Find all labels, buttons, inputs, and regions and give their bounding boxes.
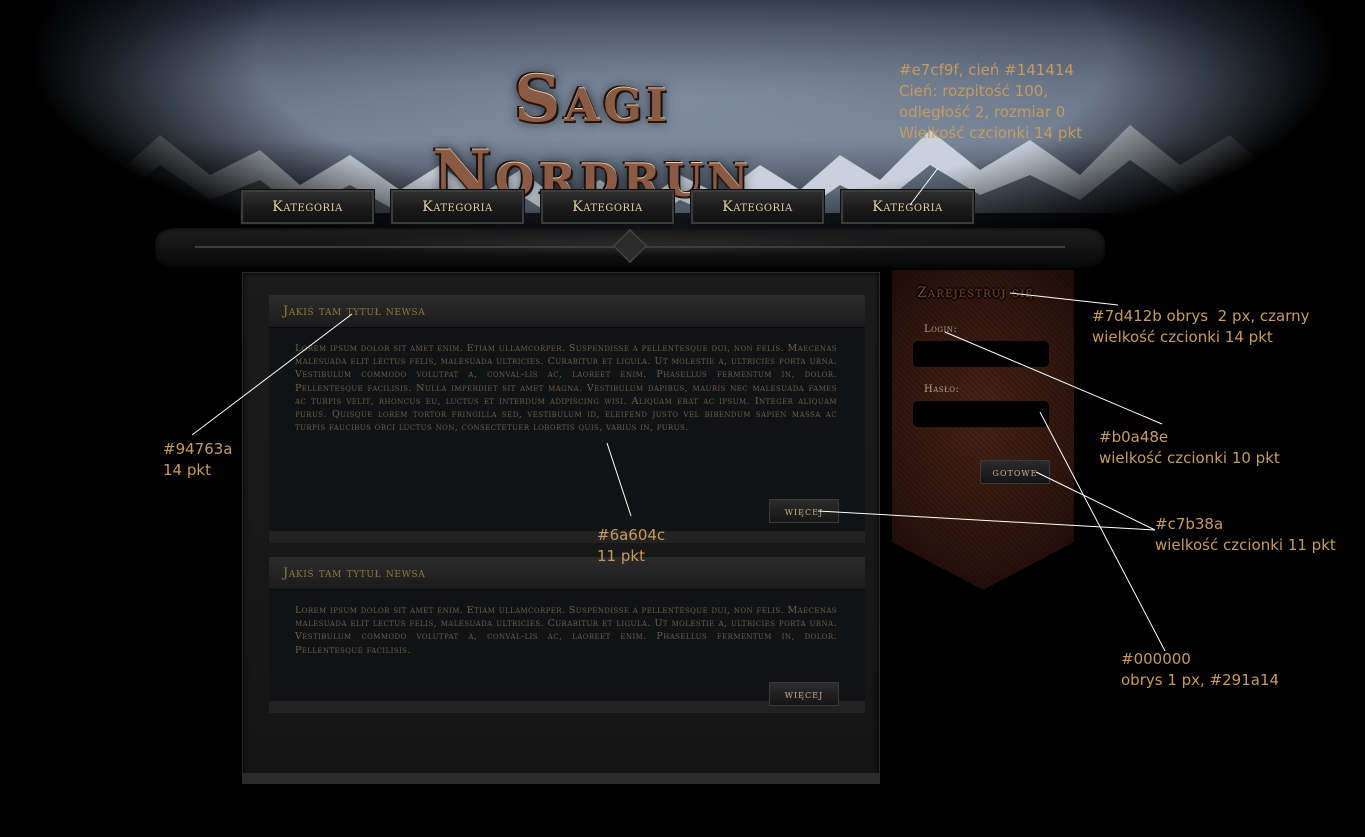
annotation-register: #7d412b obrys 2 px, czarny wielkość czci… — [1092, 307, 1310, 346]
annotation-buttons: #c7b38a wielkość czcionki 11 pkt — [1155, 515, 1336, 554]
news-header: Jakiś tam tytuł newsa — [269, 557, 865, 590]
password-label: Hasło: — [924, 384, 960, 395]
news-title[interactable]: Jakiś tam tytuł newsa — [283, 304, 425, 319]
register-title: Zarejestruj się — [917, 285, 1034, 301]
login-label: Login: — [924, 324, 958, 335]
annotation-news-title: #94763a 14 pkt — [163, 440, 233, 479]
password-input[interactable] — [912, 400, 1050, 428]
register-banner — [892, 270, 1074, 590]
news-body: Lorem ipsum dolor sit amet enim. Etiam u… — [295, 343, 837, 434]
nav-ornament-bar — [155, 228, 1105, 268]
ornament-gem-icon — [613, 229, 647, 263]
news-body: Lorem ipsum dolor sit amet enim. Etiam u… — [295, 605, 837, 656]
more-button[interactable]: więcej — [769, 682, 839, 706]
news-panel: Jakiś tam tytuł newsa Lorem ipsum dolor … — [242, 272, 880, 784]
nav-item-2[interactable]: Kategoria — [390, 189, 525, 225]
news-title[interactable]: Jakiś tam tytuł newsa — [283, 566, 425, 581]
news-item: Jakiś tam tytuł newsa Lorem ipsum dolor … — [269, 295, 865, 543]
annotation-nav: #e7cf9f, cień #141414 Cień: rozpitość 10… — [899, 61, 1083, 142]
nav-item-1[interactable]: Kategoria — [240, 189, 375, 225]
annotation-news-body: #6a604c 11 pkt — [597, 526, 666, 565]
nav-item-4[interactable]: Kategoria — [690, 189, 825, 225]
more-button[interactable]: więcej — [769, 499, 839, 523]
nav-item-5[interactable]: Kategoria — [840, 189, 975, 225]
nav-item-3[interactable]: Kategoria — [540, 189, 675, 225]
annotation-fields: #000000 obrys 1 px, #291a14 — [1121, 650, 1280, 689]
submit-button[interactable]: gotowe — [980, 460, 1050, 484]
annotation-labels: #b0a48e wielkość czcionki 10 pkt — [1099, 428, 1280, 467]
panel-footer-bar — [243, 773, 879, 783]
news-item: Jakiś tam tytuł newsa Lorem ipsum dolor … — [269, 557, 865, 713]
login-input[interactable] — [912, 340, 1050, 368]
news-header: Jakiś tam tytuł newsa — [269, 295, 865, 328]
